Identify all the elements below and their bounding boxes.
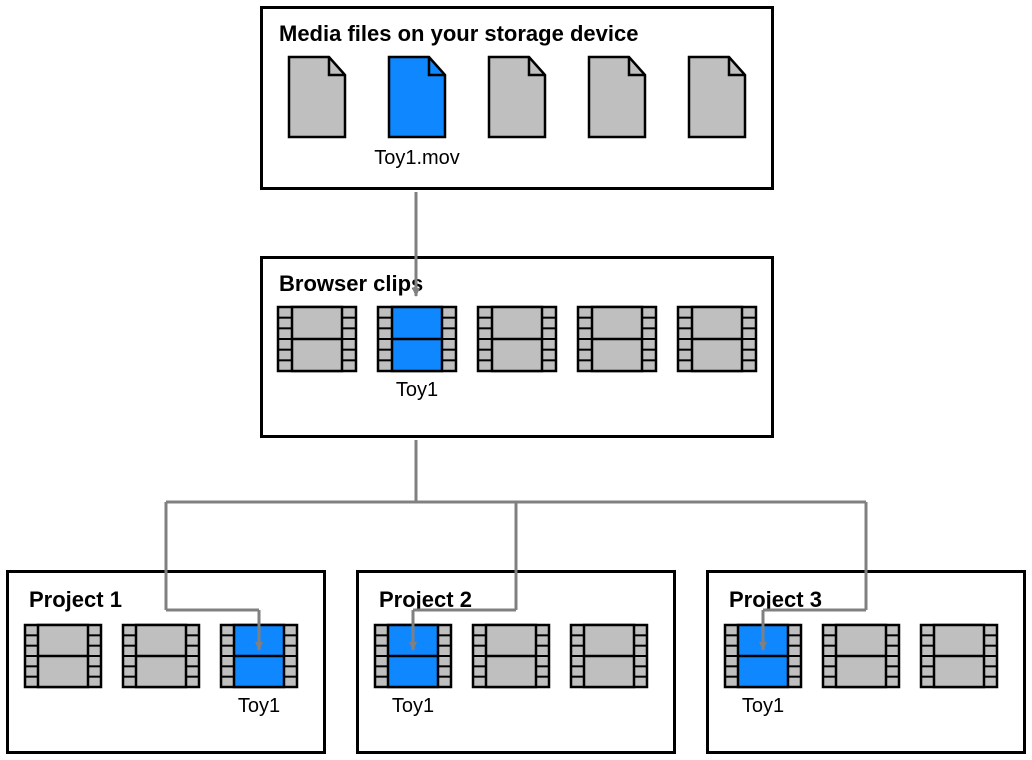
clip-icon — [569, 623, 649, 689]
clip-icon — [471, 623, 551, 689]
file-item — [477, 55, 557, 141]
clip-icon — [23, 623, 103, 689]
clip-icon — [476, 305, 558, 373]
clip-icon-highlight — [723, 623, 803, 689]
project-title: Project 2 — [379, 587, 659, 613]
clip-icon — [919, 623, 999, 689]
project-title: Project 1 — [29, 587, 309, 613]
clip-item — [577, 305, 657, 373]
file-icon — [483, 55, 551, 141]
clip-item: Toy1 — [377, 305, 457, 402]
clip-item — [569, 623, 649, 689]
clip-label: Toy1 — [392, 695, 434, 718]
file-item — [577, 55, 657, 141]
file-item: Toy1.mov — [377, 55, 457, 170]
clip-item — [277, 305, 357, 373]
clip-item: Toy1 — [373, 623, 453, 718]
clip-item — [471, 623, 551, 689]
clip-item: Toy1 — [219, 623, 299, 718]
clip-icon — [576, 305, 658, 373]
file-item — [277, 55, 357, 141]
project-box-3: Project 3 Toy1 — [706, 570, 1026, 754]
project-clips-row: Toy1 — [23, 623, 309, 718]
clip-icon-highlight — [376, 305, 458, 373]
diagram-stage: Media files on your storage device Toy1.… — [0, 0, 1032, 760]
storage-files-row: Toy1.mov — [277, 55, 757, 170]
clip-item — [677, 305, 757, 373]
file-icon — [683, 55, 751, 141]
clip-icon-highlight — [219, 623, 299, 689]
clip-icon — [821, 623, 901, 689]
browser-title: Browser clips — [279, 271, 757, 297]
clip-item — [477, 305, 557, 373]
file-item — [677, 55, 757, 141]
clip-item — [23, 623, 103, 689]
browser-clips-row: Toy1 — [277, 305, 757, 402]
clip-item: Toy1 — [723, 623, 803, 718]
project-box-1: Project 1 — [6, 570, 326, 754]
project-clips-row: Toy1 — [723, 623, 1009, 718]
clip-label: Toy1 — [742, 695, 784, 718]
clip-item — [121, 623, 201, 689]
project-box-2: Project 2 Toy1 — [356, 570, 676, 754]
file-icon — [583, 55, 651, 141]
browser-box: Browser clips — [260, 256, 774, 438]
project-title: Project 3 — [729, 587, 1009, 613]
file-icon-highlight — [383, 55, 451, 141]
clip-item — [919, 623, 999, 689]
clip-icon — [676, 305, 758, 373]
clip-icon — [121, 623, 201, 689]
file-icon — [283, 55, 351, 141]
storage-title: Media files on your storage device — [279, 21, 757, 47]
file-label: Toy1.mov — [374, 147, 460, 170]
clip-icon-highlight — [373, 623, 453, 689]
storage-box: Media files on your storage device Toy1.… — [260, 6, 774, 190]
clip-label: Toy1 — [238, 695, 280, 718]
project-clips-row: Toy1 — [373, 623, 659, 718]
clip-item — [821, 623, 901, 689]
clip-icon — [276, 305, 358, 373]
clip-label: Toy1 — [396, 379, 438, 402]
